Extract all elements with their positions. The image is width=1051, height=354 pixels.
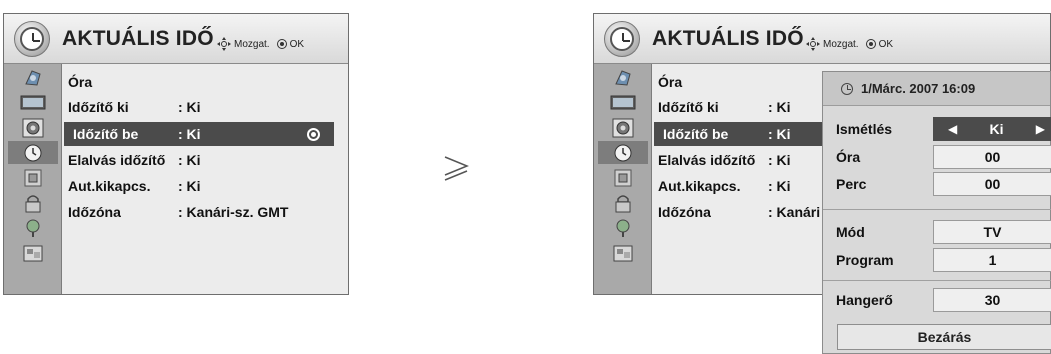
option-icon[interactable] xyxy=(598,191,648,214)
hint-move-label: Mozgat. xyxy=(823,38,859,50)
menu-item-clock[interactable]: Óra xyxy=(62,70,349,94)
program-row: Program 1 xyxy=(823,248,1051,272)
nav-hint: Mozgat. OK xyxy=(217,37,304,51)
program-label: Program xyxy=(836,252,894,268)
category-sidebar xyxy=(594,64,652,294)
hour-row: Óra 00 xyxy=(823,145,1051,169)
audio-icon[interactable] xyxy=(598,116,648,139)
selected-radio-icon xyxy=(307,128,320,141)
mode-label: Mód xyxy=(836,224,865,240)
ok-icon xyxy=(276,39,287,49)
program-field[interactable]: 1 xyxy=(933,248,1051,272)
option-icon[interactable] xyxy=(8,191,58,214)
popup-divider xyxy=(823,280,1051,281)
picture-icon[interactable] xyxy=(8,91,58,114)
input-icon[interactable] xyxy=(598,216,648,239)
clock-icon xyxy=(14,21,50,57)
repeat-value: Ki xyxy=(989,121,1004,137)
minute-row: Perc 00 xyxy=(823,172,1051,196)
menu-item-off-timer[interactable]: Időzítő ki: Ki xyxy=(62,95,349,119)
menu-title: AKTUÁLIS IDŐ xyxy=(62,27,214,50)
time-icon[interactable] xyxy=(8,141,58,164)
lock-icon[interactable] xyxy=(598,166,648,189)
setup-icon[interactable] xyxy=(8,66,58,89)
hint-ok-label: OK xyxy=(878,38,894,50)
nav-hint: Mozgat. OK xyxy=(806,37,893,51)
next-step-arrow-icon xyxy=(443,153,469,188)
popup-header: 1/Márc. 2007 16:09 xyxy=(823,72,1050,106)
usb-icon[interactable] xyxy=(598,241,648,264)
minute-label: Perc xyxy=(836,176,867,192)
repeat-row: Ismétlés ◀ Ki ▶ xyxy=(823,117,1051,141)
volume-row: Hangerő 30 xyxy=(823,288,1051,312)
hint-ok-label: OK xyxy=(289,38,305,50)
clock-icon xyxy=(604,21,640,57)
hint-move-label: Mozgat. xyxy=(234,38,270,50)
time-menu-list: Óra Időzítő ki: Ki Időzítő be: Ki Elalvá… xyxy=(62,64,348,294)
repeat-label: Ismétlés xyxy=(836,121,893,137)
current-datetime: 1/Márc. 2007 16:09 xyxy=(861,81,976,96)
menu-header: AKTUÁLIS IDŐ Mozgat. OK xyxy=(4,14,348,64)
mode-row: Mód TV xyxy=(823,220,1051,244)
menu-item-on-timer[interactable]: Időzítő be: Ki xyxy=(64,122,334,146)
usb-icon[interactable] xyxy=(8,241,58,264)
lock-icon[interactable] xyxy=(8,166,58,189)
volume-label: Hangerő xyxy=(836,292,893,308)
left-menu-panel: AKTUÁLIS IDŐ Mozgat. OK Óra Időzítő ki: … xyxy=(3,13,349,295)
minute-field[interactable]: 00 xyxy=(933,172,1051,196)
menu-item-sleep-timer[interactable]: Elalvás időzítő: Ki xyxy=(62,148,349,172)
picture-icon[interactable] xyxy=(598,91,648,114)
arrow-left-icon[interactable]: ◀ xyxy=(948,122,957,136)
menu-header: AKTUÁLIS IDŐ Mozgat. OK xyxy=(594,14,1050,64)
dpad-icon xyxy=(217,37,231,51)
on-timer-popup: 1/Márc. 2007 16:09 Ismétlés ◀ Ki ▶ Óra 0… xyxy=(822,71,1051,354)
close-button[interactable]: Bezárás xyxy=(837,324,1051,350)
category-sidebar xyxy=(4,64,62,294)
input-icon[interactable] xyxy=(8,216,58,239)
time-icon[interactable] xyxy=(598,141,648,164)
volume-field[interactable]: 30 xyxy=(933,288,1051,312)
popup-divider xyxy=(823,209,1051,210)
setup-icon[interactable] xyxy=(598,66,648,89)
repeat-selector[interactable]: ◀ Ki ▶ xyxy=(933,117,1051,141)
clock-icon xyxy=(841,82,853,95)
ok-icon xyxy=(865,39,876,49)
arrow-right-icon[interactable]: ▶ xyxy=(1036,122,1045,136)
hour-label: Óra xyxy=(836,149,861,165)
menu-title: AKTUÁLIS IDŐ xyxy=(652,27,804,50)
dpad-icon xyxy=(806,37,820,51)
mode-field[interactable]: TV xyxy=(933,220,1051,244)
hour-field[interactable]: 00 xyxy=(933,145,1051,169)
menu-item-auto-off[interactable]: Aut.kikapcs.: Ki xyxy=(62,174,349,198)
audio-icon[interactable] xyxy=(8,116,58,139)
menu-item-time-zone[interactable]: Időzóna: Kanári-sz. GMT xyxy=(62,200,349,224)
